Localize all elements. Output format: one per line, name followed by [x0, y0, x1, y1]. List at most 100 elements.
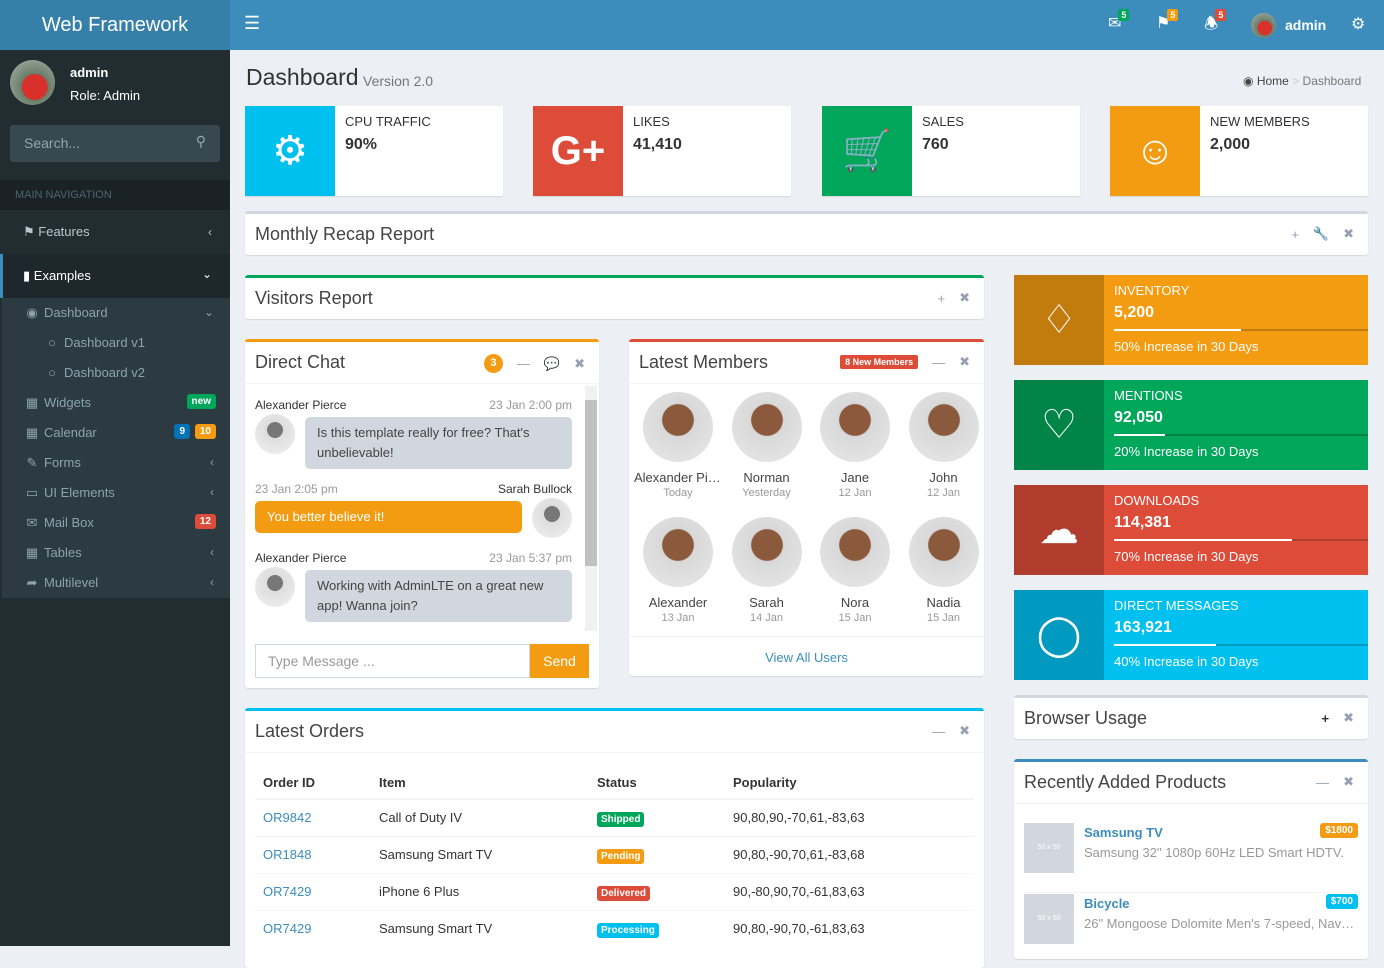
box-title: Direct Chat — [255, 352, 346, 372]
order-item: Call of Duty IV — [371, 798, 589, 836]
minus-icon[interactable]: — — [932, 355, 945, 370]
stat-title: MENTIONS — [1114, 388, 1183, 403]
menu-toggle-icon[interactable]: ☰ — [244, 13, 260, 34]
gear-icon: ⚙ — [245, 106, 335, 196]
sidebar-item-multilevel[interactable]: ➦ Multilevel ‹ — [2, 568, 232, 598]
label: Dashboard — [44, 305, 108, 320]
member-item[interactable]: Nadia 15 Jan — [900, 517, 988, 624]
sidebar-item-calendar[interactable]: ▦ Calendar 9 10 — [2, 418, 232, 448]
sidebar-item-ui-elements[interactable]: ▭ UI Elements ‹ — [2, 478, 232, 508]
sidebar-item-examples[interactable]: ▮ Examples ⌄ — [0, 254, 230, 298]
sidebar-item-dashboard-v2[interactable]: ○ Dashboard v2 — [2, 358, 232, 388]
envelope-icon[interactable]: ✉ 5 — [1108, 9, 1130, 33]
box-title: Latest Members — [639, 352, 769, 372]
orders-table: Order ID Item Status Popularity OR9842 Call … — [255, 767, 974, 947]
avatar — [731, 392, 802, 462]
chevron-left-icon: ‹ — [210, 545, 214, 559]
new-members-badge: 8 New Members — [840, 355, 919, 369]
order-id-link[interactable]: OR7429 — [263, 921, 311, 936]
stat-value: 5,200 — [1114, 304, 1155, 321]
order-popularity: 90,80,90,-70,61,-83,63 — [725, 798, 974, 836]
navbar-username[interactable]: admin — [1285, 17, 1326, 33]
close-icon[interactable]: ✖ — [959, 290, 970, 306]
sidebar-item-dashboard[interactable]: ◉ Dashboard ⌄ — [2, 298, 232, 328]
member-item[interactable]: Alexander Pierce Today — [634, 392, 722, 499]
info-box-cpu: ⚙ CPU TRAFFIC 90% — [245, 106, 503, 196]
member-name[interactable]: Alexander — [634, 595, 722, 610]
member-name[interactable]: Jane — [811, 470, 899, 485]
member-item[interactable]: Nora 15 Jan — [811, 517, 899, 624]
chevron-left-icon: ‹ — [208, 225, 212, 239]
member-name[interactable]: Norman — [723, 470, 811, 485]
plus-icon[interactable]: + — [938, 291, 946, 306]
member-item[interactable]: Jane 12 Jan — [811, 392, 899, 499]
progress-bar — [1114, 329, 1368, 331]
close-icon[interactable]: ✖ — [959, 723, 970, 739]
examples-submenu: ◉ Dashboard ⌄ ○ Dashboard v1 ○ Dashboard v2 … — [2, 298, 230, 598]
sidebar-item-features[interactable]: ⚑ Features ‹ — [0, 210, 230, 254]
product-name[interactable]: Samsung TV — [1084, 825, 1163, 840]
plus-icon[interactable]: + — [1322, 711, 1330, 726]
tags-icon: ⚑ — [23, 224, 35, 239]
flag-icon[interactable]: ⚑ 5 — [1156, 9, 1179, 33]
member-item[interactable]: Alexander 13 Jan — [634, 517, 722, 624]
label: Features — [38, 224, 90, 239]
close-icon[interactable]: ✖ — [959, 354, 970, 370]
product-desc: 26" Mongoose Dolomite Men's 7-speed, Nav… — [1084, 916, 1358, 931]
info-value: 2,000 — [1210, 136, 1251, 153]
member-item[interactable]: Norman Yesterday — [723, 392, 811, 499]
sidebar-item-dashboard-v1[interactable]: ○ Dashboard v1 — [2, 328, 232, 358]
member-name[interactable]: Nora — [811, 595, 899, 610]
wrench-icon[interactable]: 🔧 — [1313, 226, 1329, 242]
stat-desc: 70% Increase in 30 Days — [1114, 549, 1259, 564]
close-icon[interactable]: ✖ — [1343, 226, 1354, 242]
minus-icon[interactable]: — — [932, 724, 945, 739]
order-popularity: 90,80,-90,70,61,-83,68 — [725, 835, 974, 873]
app-logo[interactable]: Web Framework — [0, 0, 230, 50]
sidebar-item-widgets[interactable]: ▦ Widgets new — [2, 388, 232, 418]
chat-scrollbar[interactable] — [585, 386, 597, 631]
minus-icon[interactable]: — — [1316, 775, 1329, 790]
label: Mail Box — [44, 515, 94, 530]
product-image: 50 x 50 — [1024, 823, 1074, 873]
order-id-link[interactable]: OR1848 — [263, 847, 311, 862]
order-id-link[interactable]: OR7429 — [263, 884, 311, 899]
sidebar-item-tables[interactable]: ▦ Tables ‹ — [2, 538, 232, 568]
info-title: SALES — [922, 114, 964, 129]
order-id-link[interactable]: OR9842 — [263, 810, 311, 825]
chat-message-input[interactable]: Type Message ... — [255, 644, 530, 678]
progress-bar — [1114, 644, 1368, 646]
close-icon[interactable]: ✖ — [574, 356, 585, 372]
laptop-icon: ▭ — [25, 485, 39, 500]
member-name[interactable]: John — [900, 470, 988, 485]
share-icon: ➦ — [26, 575, 38, 590]
chevron-down-icon: ⌄ — [201, 267, 212, 281]
member-name[interactable]: Sarah — [723, 595, 811, 610]
member-name[interactable]: Alexander Pierce — [634, 470, 722, 485]
dashboard-icon: ◉ — [26, 305, 38, 320]
close-icon[interactable]: ✖ — [1343, 710, 1354, 726]
navbar-avatar[interactable] — [1251, 13, 1276, 38]
minus-icon[interactable]: — — [517, 356, 530, 371]
close-icon[interactable]: ✖ — [1343, 774, 1354, 790]
sidebar-search-input[interactable]: Search... ⚲ — [10, 125, 220, 162]
box-title: Visitors Report — [255, 288, 373, 308]
member-date: 15 Jan — [838, 612, 872, 624]
sidebar-item-mailbox[interactable]: ✉ Mail Box 12 — [2, 508, 232, 538]
gears-icon[interactable]: ⚙ — [1351, 14, 1365, 34]
chat-message: Is this template really for free? That's… — [305, 417, 572, 469]
bell-icon[interactable]: 🕭 5 — [1204, 9, 1227, 40]
member-name[interactable]: Nadia — [900, 595, 988, 610]
view-all-users-link[interactable]: View All Users — [629, 636, 984, 665]
breadcrumb-home[interactable]: Home — [1257, 74, 1289, 88]
plus-icon[interactable]: + — [1291, 227, 1299, 242]
member-item[interactable]: Sarah 14 Jan — [723, 517, 811, 624]
notifications-badge: 5 — [1215, 9, 1227, 21]
send-button[interactable]: Send — [530, 644, 589, 678]
avatar — [820, 517, 890, 587]
sidebar-item-forms[interactable]: ✎ Forms ‹ — [2, 448, 232, 478]
member-item[interactable]: John 12 Jan — [900, 392, 988, 499]
search-icon[interactable]: ⚲ — [196, 133, 206, 150]
comments-icon[interactable]: 💬 — [544, 356, 560, 372]
product-name[interactable]: Bicycle — [1084, 896, 1130, 911]
